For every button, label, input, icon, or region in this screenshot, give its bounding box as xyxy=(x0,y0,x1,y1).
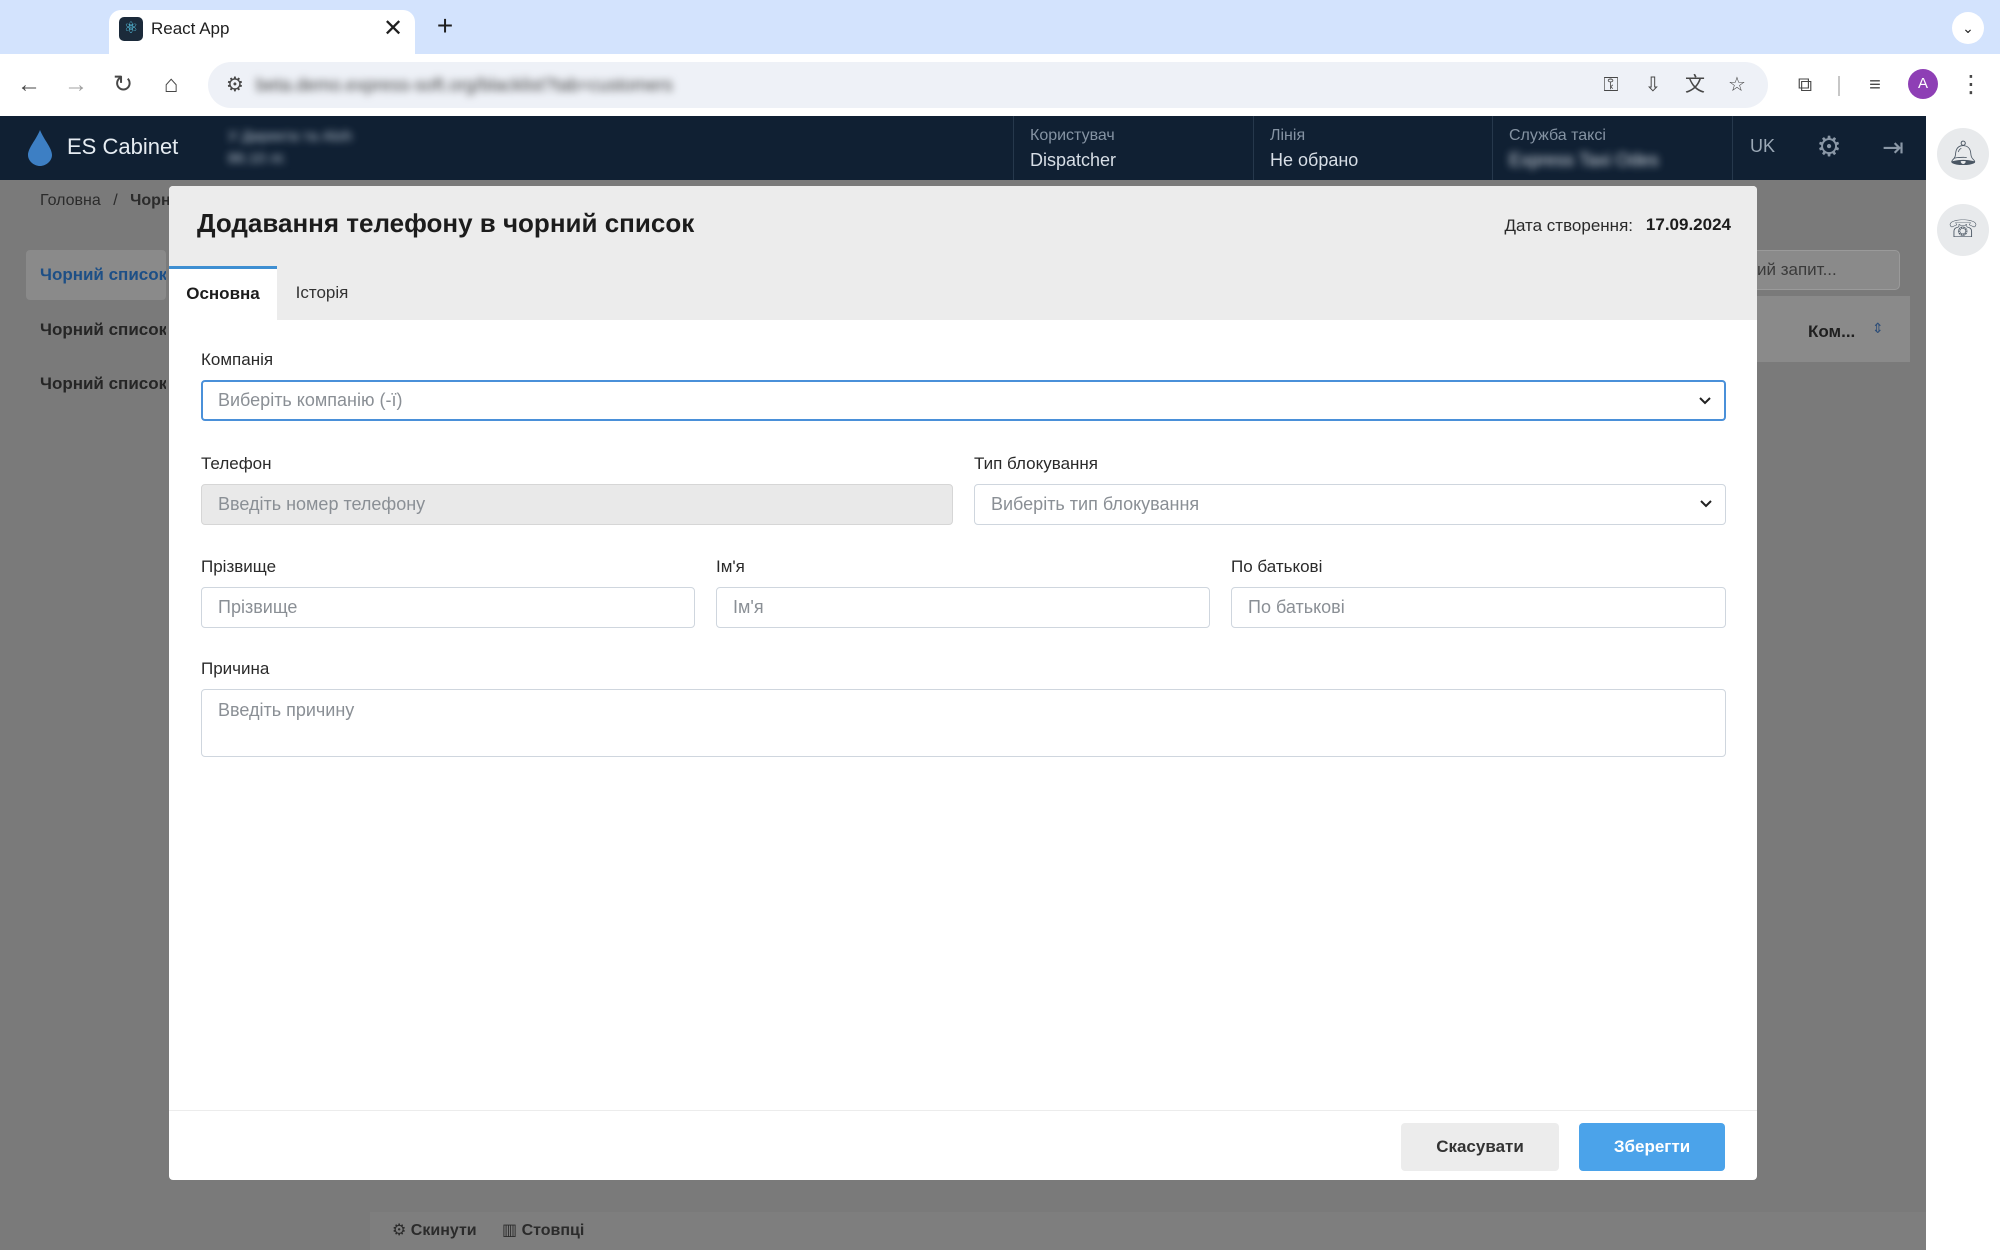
name-placeholder: Ім'я xyxy=(733,597,764,617)
taxi-label: Служба таксі xyxy=(1509,127,1606,144)
block-type-label: Тип блокування xyxy=(974,454,1099,473)
save-button[interactable]: Зберегти xyxy=(1579,1123,1725,1171)
surname-placeholder: Прізвище xyxy=(218,597,298,617)
install-app-icon[interactable]: ⇩ xyxy=(1636,68,1670,102)
translate-icon[interactable]: 文 xyxy=(1678,68,1712,102)
browser-tab-title: React App xyxy=(151,19,230,38)
creation-date-value: 17.09.2024 xyxy=(1645,215,1731,234)
toolbar-separator xyxy=(1838,76,1840,96)
right-rail: 🔔︎ ☏ xyxy=(1926,116,2000,1250)
close-tab-icon[interactable]: ✕ xyxy=(381,15,405,43)
patronymic-input[interactable]: По батькові xyxy=(1231,587,1726,628)
sort-icon[interactable]: ⇕ xyxy=(1872,320,1884,337)
company-select-placeholder: Виберіть компанію (-ї) xyxy=(218,390,403,410)
table-footer: ⚙ Скинути ▥ Стовпці xyxy=(370,1212,1926,1250)
browser-tab[interactable]: ⚛ React App ✕ xyxy=(109,10,415,54)
address-bar[interactable]: ⚙ beta.demo.express-soft.org/blacklist?t… xyxy=(208,62,1768,108)
phone-label: Телефон xyxy=(201,454,272,473)
chevron-down-icon xyxy=(1699,485,1713,509)
background-search-input[interactable]: ий запит... xyxy=(1744,250,1900,290)
sidebar-item-blacklist-1[interactable]: Чорний список xyxy=(26,250,166,300)
line-label: Лінія xyxy=(1270,127,1306,144)
site-settings-icon[interactable]: ⚙ xyxy=(218,68,252,102)
account-info: У Директа та Aloh xyxy=(228,128,353,145)
taxi-value: Express Taxi Odes xyxy=(1509,150,1659,170)
tab-history[interactable]: Історія xyxy=(277,266,367,320)
logout-icon[interactable]: ⇥ xyxy=(1876,130,1910,164)
reset-button[interactable]: ⚙ Скинути xyxy=(392,1220,477,1240)
phone-input-placeholder: Введіть номер телефону xyxy=(218,494,426,514)
react-icon: ⚛ xyxy=(119,17,143,41)
columns-label: Стовпці xyxy=(521,1222,585,1239)
password-key-icon[interactable]: ⚿ xyxy=(1594,68,1628,102)
home-icon[interactable]: ⌂ xyxy=(154,68,188,102)
user-cell[interactable]: Користувач Dispatcher xyxy=(1013,116,1253,180)
modal-title: Додавання телефону в чорний список xyxy=(197,208,695,238)
name-input[interactable]: Ім'я xyxy=(716,587,1210,628)
add-blacklist-phone-modal: Додавання телефону в чорний список Дата … xyxy=(169,186,1757,1180)
breadcrumb-current: Чорн xyxy=(130,192,171,209)
name-label: Ім'я xyxy=(716,557,745,576)
modal-footer: Скасувати Зберегти xyxy=(169,1110,1757,1180)
extensions-icon[interactable]: ⧉ xyxy=(1788,68,1822,102)
account-balance: 86.10 лг. xyxy=(228,150,287,167)
columns-icon: ▥ xyxy=(502,1222,522,1239)
block-type-select[interactable]: Виберіть тип блокування xyxy=(974,484,1726,525)
phone-call-icon[interactable]: ☏ xyxy=(1937,204,1989,256)
reset-label: Скинути xyxy=(410,1222,477,1239)
sidebar-item-blacklist-2[interactable]: Чорний список xyxy=(26,305,166,355)
sidebar-item-blacklist-3[interactable]: Чорний список xyxy=(26,359,166,409)
reason-placeholder: Введіть причину xyxy=(218,700,355,720)
tab-search-icon[interactable]: ⌄ xyxy=(1952,12,1984,44)
creation-date-label: Дата створення: xyxy=(1504,216,1633,235)
browser-tabstrip: ⚛ React App ✕ + ⌄ xyxy=(0,0,2000,54)
surname-label: Прізвище xyxy=(201,557,277,576)
modal-header: Додавання телефону в чорний список Дата … xyxy=(169,186,1757,320)
line-cell[interactable]: Лінія Не обрано xyxy=(1253,116,1492,180)
reason-label: Причина xyxy=(201,659,270,678)
line-value: Не обрано xyxy=(1270,150,1359,170)
reload-icon[interactable]: ↻ xyxy=(106,68,140,102)
tab-main[interactable]: Основна xyxy=(169,266,277,320)
chevron-down-icon xyxy=(1698,382,1712,406)
columns-button[interactable]: ▥ Стовпці xyxy=(502,1220,584,1240)
profile-avatar[interactable]: A xyxy=(1908,69,1938,99)
taxi-service-cell[interactable]: Служба таксі Express Taxi Odes xyxy=(1492,116,1732,180)
breadcrumb-home[interactable]: Головна xyxy=(40,192,101,209)
settings-gear-icon[interactable]: ⚙ xyxy=(1812,130,1846,164)
user-value: Dispatcher xyxy=(1030,150,1117,170)
bookmark-star-icon[interactable]: ☆ xyxy=(1720,68,1754,102)
user-label: Користувач xyxy=(1030,127,1115,144)
company-label: Компанія xyxy=(201,350,274,369)
new-tab-button[interactable]: + xyxy=(430,10,460,42)
browser-toolbar: ← → ↻ ⌂ ⚙ beta.demo.express-soft.org/bla… xyxy=(0,54,2000,116)
browser-menu-icon[interactable]: ⋮ xyxy=(1954,68,1988,102)
cancel-button[interactable]: Скасувати xyxy=(1401,1123,1559,1171)
app-logo-text: ES Cabinet xyxy=(67,134,179,159)
language-switch[interactable]: UK xyxy=(1750,136,1775,157)
app-topbar: ES Cabinet У Директа та Aloh 86.10 лг. К… xyxy=(0,116,1926,180)
forward-icon[interactable]: → xyxy=(59,68,93,102)
column-header-company[interactable]: Ком... xyxy=(1808,322,1855,342)
surname-input[interactable]: Прізвище xyxy=(201,587,695,628)
patronymic-label: По батькові xyxy=(1231,557,1323,576)
phone-input[interactable]: Введіть номер телефону xyxy=(201,484,953,525)
back-icon[interactable]: ← xyxy=(12,68,46,102)
breadcrumb: Головна / Чорн xyxy=(40,192,171,210)
block-type-placeholder: Виберіть тип блокування xyxy=(991,494,1200,514)
reset-icon: ⚙ xyxy=(392,1222,411,1239)
media-controls-icon[interactable]: ≡ xyxy=(1858,68,1892,102)
address-url: beta.demo.express-soft.org/blacklist?tab… xyxy=(256,75,673,95)
notifications-bell-icon[interactable]: 🔔︎ xyxy=(1937,128,1989,180)
company-select[interactable]: Виберіть компанію (-ї) xyxy=(201,380,1726,421)
breadcrumb-separator: / xyxy=(113,192,118,209)
reason-textarea[interactable]: Введіть причину xyxy=(201,689,1726,757)
patronymic-placeholder: По батькові xyxy=(1248,597,1345,617)
logo-drop-icon xyxy=(28,130,52,166)
